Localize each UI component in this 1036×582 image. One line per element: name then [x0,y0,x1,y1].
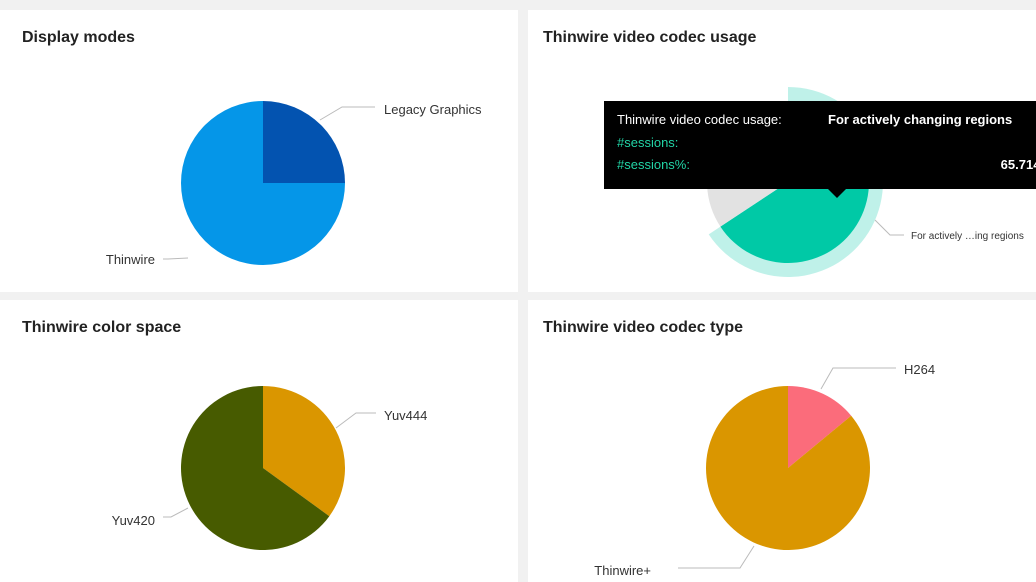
slice-label: Legacy Graphics [384,102,482,117]
pie-slice[interactable] [263,101,345,183]
slice-label: For actively …ing regions [911,231,1024,242]
color-space-panel: Thinwire color space Yuv444 Yuv420 [0,300,518,582]
tooltip-value: For actively changing regions [828,112,1013,127]
slice-label-leader [335,412,376,429]
slice-label-leader [820,367,896,390]
tooltip-value: 65.714% [1000,157,1036,172]
codec-usage-panel: Thinwire video codec usage For actively … [528,10,1036,292]
slice-label-leader [319,106,375,121]
color-space-pie-chart: Yuv444 Yuv420 [112,386,427,550]
slice-label-leader [163,257,189,260]
slice-label: Yuv444 [384,408,427,423]
slice-label-leader [874,219,904,236]
chart-tooltip: Thinwire video codec usage: For actively… [604,101,1036,198]
display-modes-pie-chart: Legacy Graphics Thinwire [106,101,482,267]
slice-label: H264 [904,362,935,377]
slice-label: Thinwire+ [594,563,651,578]
slice-label-leader [678,545,755,569]
slice-label-leader [163,507,189,518]
slice-label: Thinwire [106,252,155,267]
display-modes-panel: Display modes Legacy Graphics Thinwire [0,10,518,292]
codec-type-panel: Thinwire video codec type H264 Thinwire+ [528,300,1036,582]
tooltip-value: 23 [828,135,1036,150]
slice-label: Yuv420 [112,513,155,528]
codec-type-pie-chart: H264 Thinwire+ [594,362,935,578]
tooltip-key: Thinwire video codec usage: [617,112,782,127]
tooltip-key: #sessions%: [617,157,690,172]
tooltip-key: #sessions: [617,135,679,150]
